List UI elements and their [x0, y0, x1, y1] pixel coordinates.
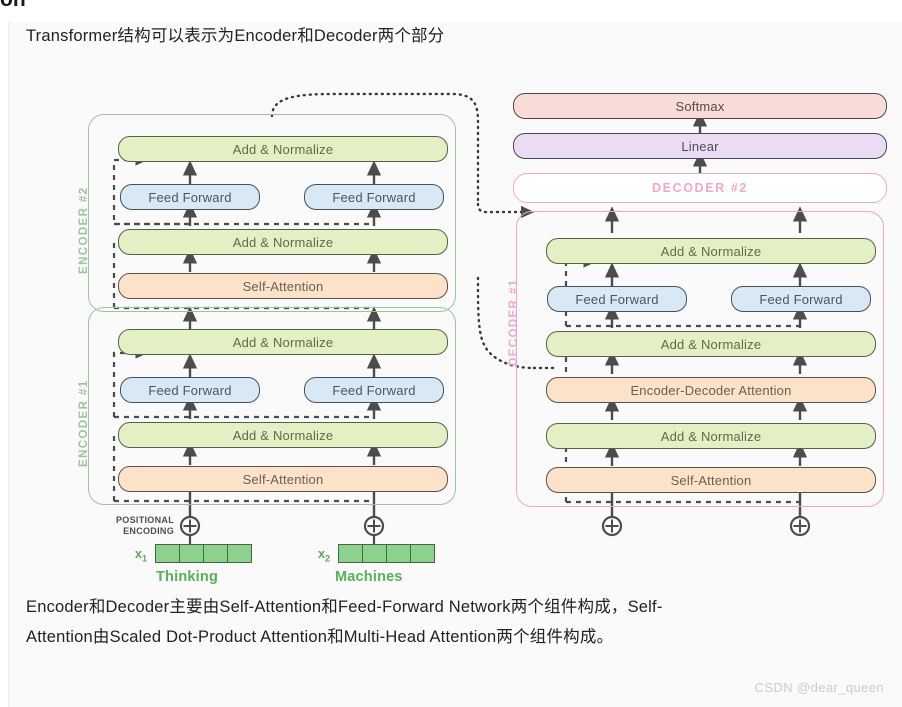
encoder2-feed-forward-left: Feed Forward — [120, 184, 260, 210]
positional-encoding-line2: ENCODING — [123, 526, 174, 536]
token-1-index-sub: 1 — [141, 553, 147, 564]
encoder2-self-attention: Self-Attention — [118, 273, 448, 299]
decoder1-encoder-decoder-attention: Encoder-Decoder Attention — [546, 377, 876, 403]
encoder1-add-normalize-top: Add & Normalize — [118, 329, 448, 355]
decoder1-add-normalize-mid: Add & Normalize — [546, 331, 876, 357]
token-1-index-letter: x — [135, 547, 142, 561]
csdn-watermark: CSDN @dear_queen — [754, 680, 884, 695]
token-2-embedding-cells — [338, 544, 435, 563]
token-1-embedding-cells — [155, 544, 252, 563]
encoder1-self-attention: Self-Attention — [118, 466, 448, 492]
encoder2-add-normalize-bottom: Add & Normalize — [118, 229, 448, 255]
encoder2-feed-forward-right: Feed Forward — [304, 184, 444, 210]
encoder1-feed-forward-left: Feed Forward — [120, 377, 260, 403]
caption-bottom: Encoder和Decoder主要由Self-Attention和Feed-Fo… — [26, 592, 866, 652]
screenshot-page: on Transformer结构可以表示为Encoder和Decoder两个部分 — [0, 0, 902, 707]
decoder-2-box: DECODER #2 — [513, 173, 887, 203]
token-1-index: x1 — [135, 547, 147, 564]
positional-encoding-label: POSITIONAL ENCODING — [112, 515, 174, 537]
token-2-index-letter: x — [318, 547, 325, 561]
encoder-2-group-label: ENCODER #2 — [78, 186, 90, 275]
token-2-index: x2 — [318, 547, 330, 564]
encoder1-add-normalize-bottom: Add & Normalize — [118, 422, 448, 448]
positional-encoding-line1: POSITIONAL — [115, 515, 174, 525]
encoder2-add-normalize-top: Add & Normalize — [118, 136, 448, 162]
caption-top: Transformer结构可以表示为Encoder和Decoder两个部分 — [26, 27, 445, 45]
token-2-word: Machines — [335, 569, 403, 585]
transformer-diagram: ENCODER #2 Add & Normalize Feed Forward … — [0, 78, 894, 588]
decoder-1-group-label: DECODER #1 — [508, 278, 520, 367]
caption-bottom-line-1: Encoder和Decoder主要由Self-Attention和Feed-Fo… — [26, 598, 663, 616]
decoder1-add-normalize-top: Add & Normalize — [546, 238, 876, 264]
decoder1-feed-forward-left: Feed Forward — [547, 286, 687, 312]
clipped-heading-fragment: on — [0, 0, 26, 14]
linear-box: Linear — [513, 133, 887, 159]
decoder1-self-attention: Self-Attention — [546, 467, 876, 493]
encoder-1-group-label: ENCODER #1 — [78, 379, 90, 468]
softmax-box: Softmax — [513, 93, 887, 119]
decoder1-add-normalize-bottom: Add & Normalize — [546, 423, 876, 449]
token-1-word: Thinking — [156, 569, 219, 585]
caption-bottom-line-2: Attention由Scaled Dot-Product Attention和M… — [26, 628, 614, 646]
decoder1-feed-forward-right: Feed Forward — [731, 286, 871, 312]
encoder1-feed-forward-right: Feed Forward — [304, 377, 444, 403]
token-2-index-sub: 2 — [324, 553, 330, 564]
